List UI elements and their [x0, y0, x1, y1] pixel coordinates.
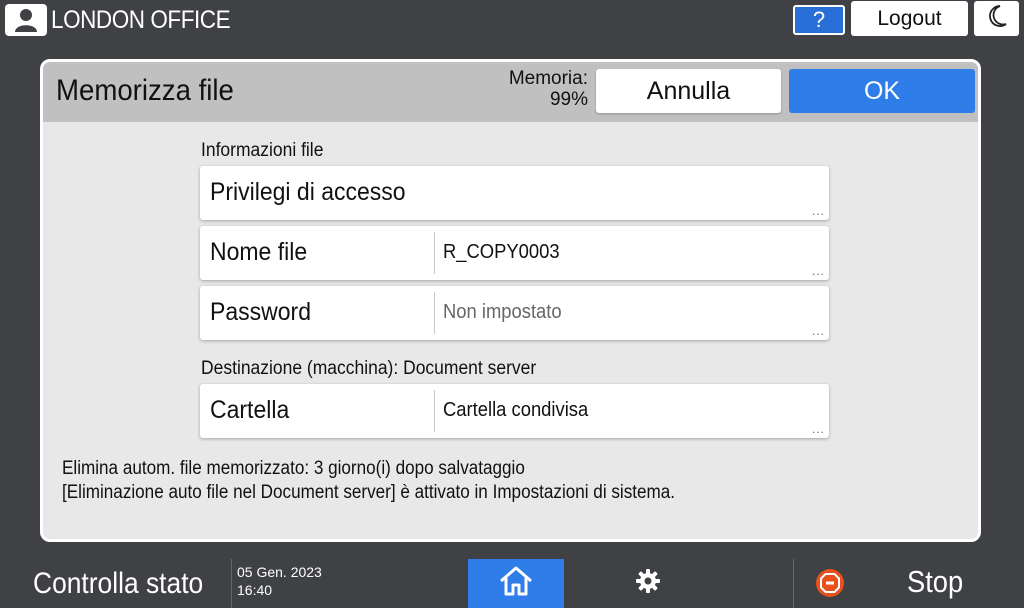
check-status-button[interactable]: Controlla stato — [0, 559, 230, 608]
memory-value: 99% — [549, 89, 588, 110]
cancel-button[interactable]: Annulla — [596, 69, 781, 113]
user-icon[interactable] — [5, 4, 47, 36]
file-name-value: R_COPY0003 — [443, 241, 560, 263]
field-divider — [434, 232, 435, 274]
more-icon: ... — [811, 204, 825, 218]
stop-button[interactable]: Stop — [793, 559, 1024, 608]
gear-icon — [635, 568, 661, 599]
file-name-field[interactable]: Nome file R_COPY0003 ... — [200, 226, 829, 280]
store-file-dialog: Memorizza file Memoria: 99% Annulla OK I… — [40, 59, 981, 542]
home-icon — [498, 565, 534, 602]
settings-button[interactable] — [600, 559, 696, 608]
logout-button[interactable]: Logout — [851, 1, 968, 36]
energy-saver-button[interactable] — [974, 1, 1019, 36]
memory-indicator: Memoria: 99% — [493, 68, 588, 110]
help-button[interactable]: ? — [793, 5, 845, 35]
moon-icon — [986, 4, 1008, 33]
dialog-header: Memorizza file Memoria: 99% Annulla OK — [43, 62, 978, 122]
dialog-title: Memorizza file — [56, 74, 234, 107]
field-divider — [434, 390, 435, 432]
ok-button[interactable]: OK — [789, 69, 975, 113]
password-value: Non impostato — [443, 301, 562, 323]
date-time: 05 Gen. 2023 16:40 — [231, 559, 322, 608]
memory-label: Memoria: — [508, 68, 588, 89]
more-icon: ... — [811, 422, 825, 436]
office-name: LONDON OFFICE — [51, 5, 231, 34]
more-icon: ... — [811, 324, 825, 338]
stop-label: Stop — [907, 564, 964, 599]
stop-icon — [815, 568, 845, 603]
auto-delete-note: Elimina autom. file memorizzato: 3 giorn… — [62, 457, 675, 505]
field-label: Cartella — [210, 396, 290, 424]
time: 16:40 — [237, 582, 273, 598]
password-field[interactable]: Password Non impostato ... — [200, 286, 829, 340]
access-privileges-field[interactable]: Privilegi di accesso ... — [200, 166, 829, 220]
field-label: Privilegi di accesso — [210, 178, 406, 206]
bottom-bar: Controlla stato 05 Gen. 2023 16:40 Stop — [0, 559, 1024, 608]
top-bar: LONDON OFFICE ? Logout — [0, 0, 1024, 40]
file-info-heading: Informazioni file — [201, 140, 324, 161]
field-label: Password — [210, 298, 311, 326]
destination-heading: Destinazione (macchina): Document server — [201, 358, 537, 379]
field-label: Nome file — [210, 238, 308, 266]
more-icon: ... — [811, 264, 825, 278]
user-info: LONDON OFFICE — [5, 4, 250, 36]
folder-value: Cartella condivisa — [443, 399, 589, 421]
check-status-label: Controlla stato — [33, 566, 204, 600]
date: 05 Gen. 2023 — [237, 564, 322, 580]
note-line: [Eliminazione auto file nel Document ser… — [62, 482, 676, 503]
field-divider — [434, 292, 435, 334]
note-line: Elimina autom. file memorizzato: 3 giorn… — [62, 458, 525, 479]
home-button[interactable] — [468, 559, 564, 608]
folder-field[interactable]: Cartella Cartella condivisa ... — [200, 384, 829, 438]
